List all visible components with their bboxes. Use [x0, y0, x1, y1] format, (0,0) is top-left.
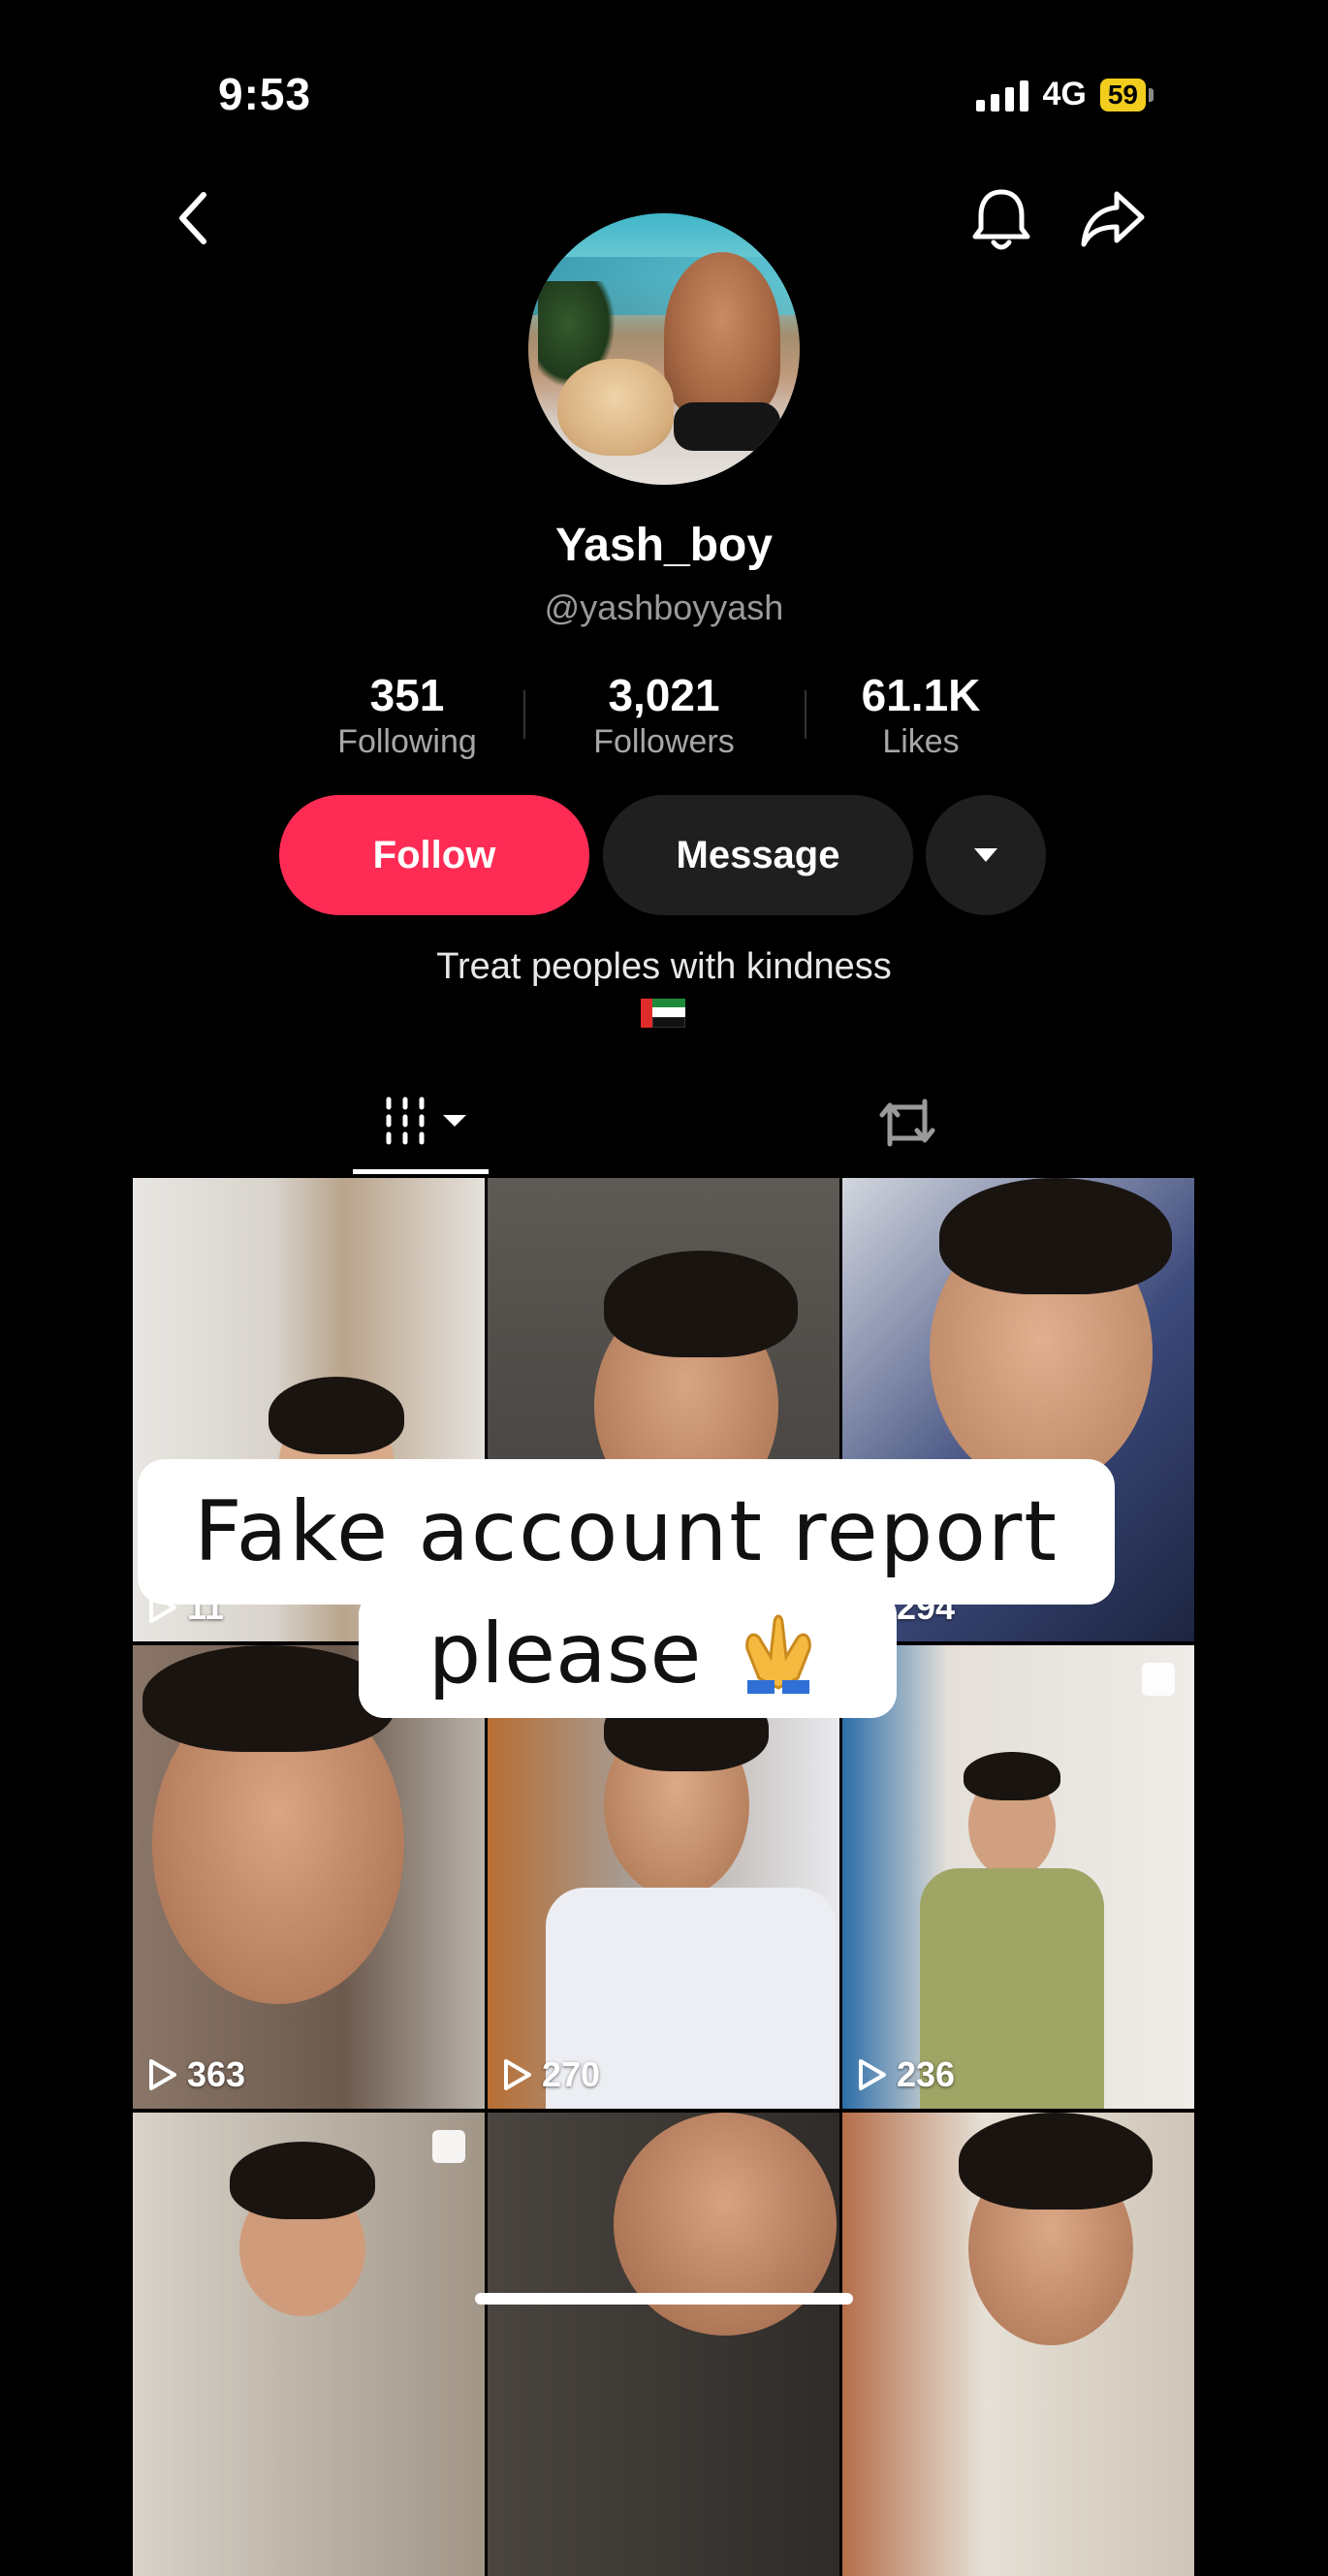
stat-label: Likes — [882, 723, 960, 760]
tab-reposts[interactable] — [876, 1094, 938, 1157]
stat-likes[interactable]: 61.1K Likes — [805, 669, 1037, 761]
stat-followers[interactable]: 3,021 Followers — [548, 669, 780, 761]
stat-label: Followers — [593, 723, 735, 760]
play-icon — [859, 2059, 886, 2090]
bio-text: Treat peoples with kindness — [436, 946, 892, 987]
profile-stats: 351 Following 3,021 Followers 61.1K Like… — [291, 669, 1037, 761]
stat-value: 61.1K — [861, 670, 981, 720]
battery-level: 59 — [1099, 78, 1146, 111]
bell-icon[interactable] — [969, 186, 1033, 254]
view-count: 363 — [148, 2054, 245, 2095]
follow-button[interactable]: Follow — [279, 795, 589, 915]
overlay-caption: please — [359, 1590, 897, 1718]
home-indicator — [475, 2293, 853, 2305]
stat-divider — [523, 690, 525, 739]
repost-icon — [879, 1098, 935, 1147]
display-name: Yash_boy — [554, 520, 774, 571]
praying-hands-icon — [730, 1610, 827, 1698]
overlay-caption: Fake account report — [138, 1459, 1115, 1605]
video-thumbnail[interactable]: 236 — [842, 1645, 1194, 2109]
stat-label: Following — [337, 723, 477, 760]
overlay-caption-text: please — [427, 1606, 702, 1702]
play-icon — [149, 2059, 176, 2090]
chevron-down-icon — [974, 848, 997, 862]
signal-icon — [976, 79, 1029, 111]
video-thumbnail[interactable] — [842, 2113, 1194, 2576]
caret-down-icon — [443, 1115, 466, 1127]
more-options-button[interactable] — [926, 795, 1046, 915]
status-indicators: 4G 59 — [976, 76, 1154, 113]
stat-following[interactable]: 351 Following — [291, 669, 523, 761]
back-icon[interactable] — [174, 189, 213, 247]
play-icon — [504, 2059, 531, 2090]
message-button[interactable]: Message — [603, 795, 913, 915]
stat-value: 3,021 — [608, 670, 720, 720]
status-time: 9:53 — [218, 69, 312, 119]
grid-columns-icon — [386, 1097, 425, 1145]
stat-value: 351 — [369, 670, 445, 720]
avatar[interactable] — [528, 213, 800, 485]
username-handle: @yashboyyash — [544, 588, 784, 627]
tab-videos[interactable] — [383, 1096, 466, 1146]
network-label: 4G — [1042, 76, 1087, 112]
active-tab-indicator — [353, 1169, 489, 1174]
video-thumbnail[interactable] — [488, 2113, 839, 2576]
stat-divider — [805, 690, 806, 739]
view-count: 270 — [503, 2054, 600, 2095]
multi-photo-icon — [432, 2130, 465, 2163]
multi-photo-icon — [1142, 1663, 1175, 1696]
view-count: 236 — [858, 2054, 955, 2095]
battery-icon: 59 — [1099, 78, 1154, 111]
share-icon[interactable] — [1078, 188, 1148, 250]
video-thumbnail[interactable] — [133, 2113, 485, 2576]
uae-flag-icon — [641, 999, 685, 1028]
